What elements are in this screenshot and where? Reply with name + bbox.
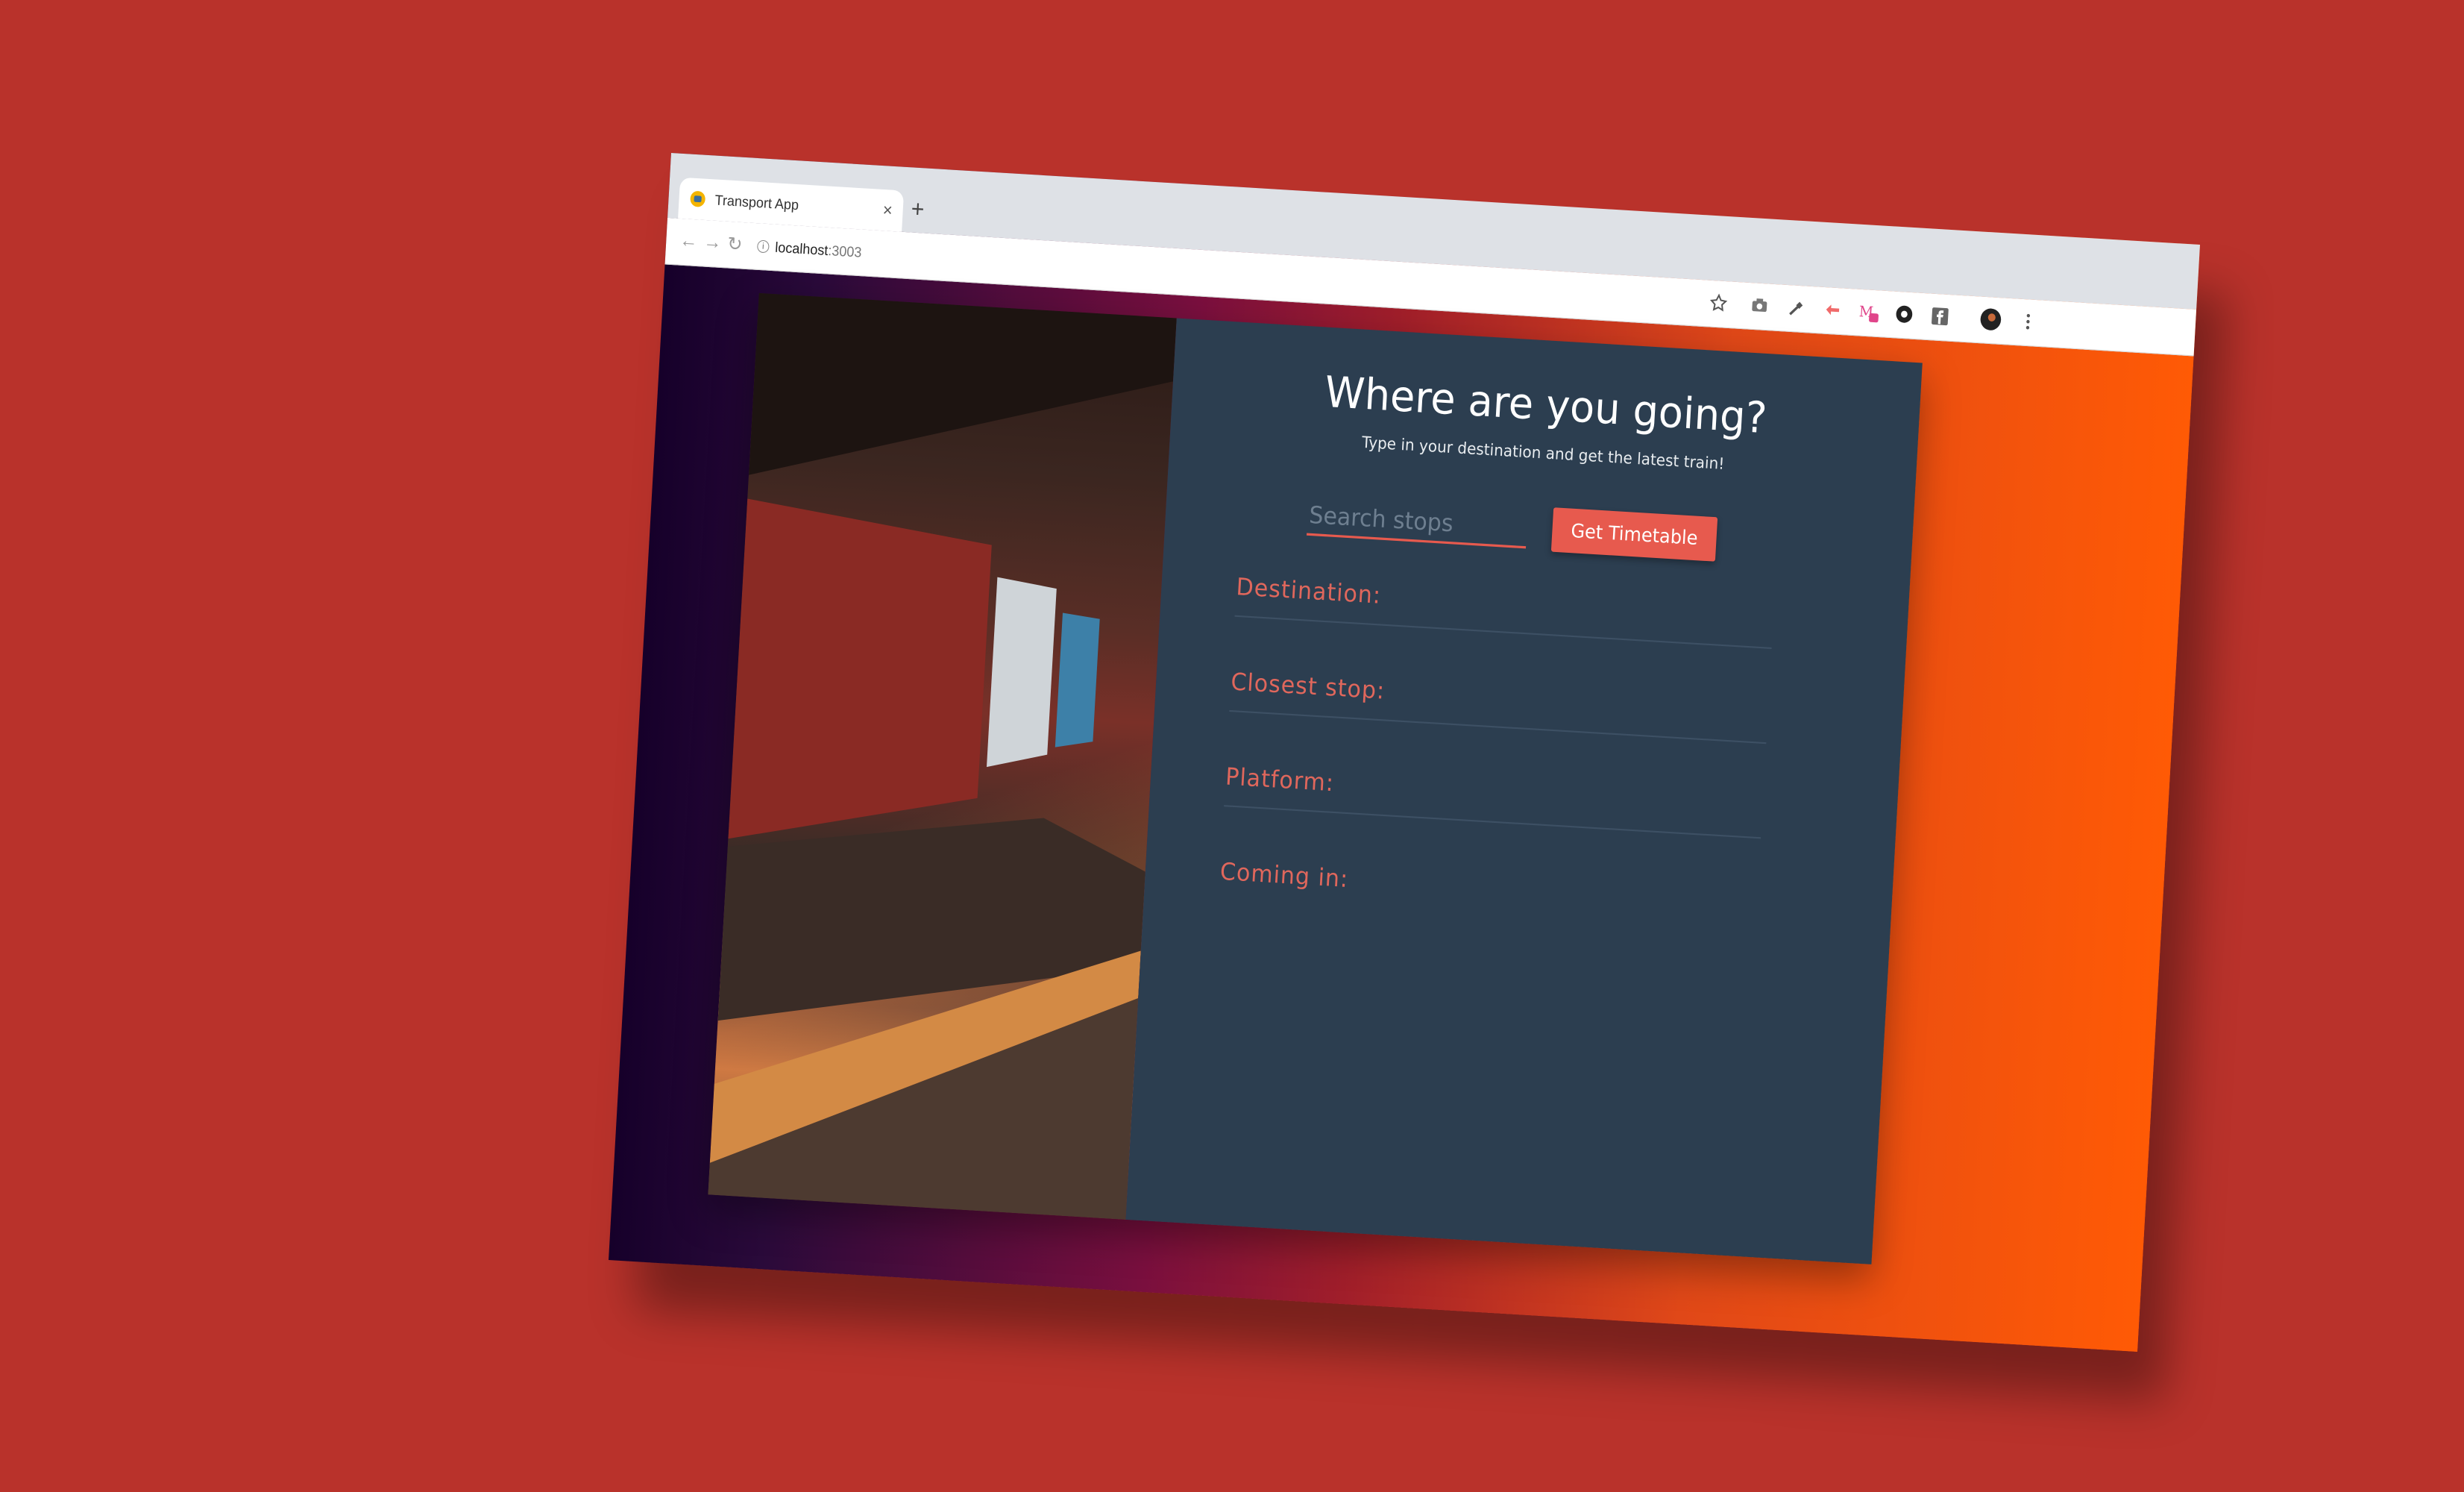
train-platform-photo [708,292,1177,1220]
facebook-extension-icon[interactable] [1927,303,1952,330]
platform-label: Platform: [1225,762,1336,797]
tab-close-icon[interactable]: × [882,200,893,221]
back-icon[interactable]: ← [679,230,699,253]
coming-in-label: Coming in: [1219,858,1350,894]
search-panel: Where are you going? Type in your destin… [1125,318,1923,1264]
url-host: localhost [774,239,829,258]
tab-title: Transport App [714,191,799,213]
new-tab-button[interactable]: + [911,196,925,224]
reload-icon[interactable]: ↻ [727,233,744,257]
circle-extension-icon[interactable] [1891,301,1917,327]
app-favicon-icon [689,189,706,208]
m-extension-icon[interactable]: M [1855,298,1881,325]
search-stops-input[interactable] [1306,496,1528,549]
destination-label: Destination: [1235,573,1383,610]
get-timetable-button[interactable]: Get Timetable [1550,507,1718,562]
profile-avatar-icon[interactable] [1978,306,2003,333]
mockup-background: Transport App × + ← → ↻ i localhost :300… [0,0,2464,1492]
platform-field: Platform: [1224,749,1764,839]
react-devtools-extension-icon[interactable] [1820,297,1845,324]
transport-app-card: Where are you going? Type in your destin… [708,292,1923,1264]
forward-icon[interactable]: → [703,231,723,254]
site-info-icon[interactable]: i [756,239,770,254]
page-viewport: Where are you going? Type in your destin… [609,263,2194,1352]
camera-extension-icon[interactable] [1747,292,1772,319]
destination-field: Destination: [1234,560,1775,649]
coming-in-field: Coming in: [1219,844,1759,932]
bookmark-star-icon[interactable] [1706,289,1731,316]
browser-menu-icon[interactable] [2015,308,2040,335]
closest-stop-label: Closest stop: [1230,668,1386,706]
closest-stop-field: Closest stop: [1229,654,1770,745]
browser-window: Transport App × + ← → ↻ i localhost :300… [609,153,2200,1352]
eyedropper-extension-icon[interactable] [1784,295,1809,322]
url-port: :3003 [827,242,863,260]
